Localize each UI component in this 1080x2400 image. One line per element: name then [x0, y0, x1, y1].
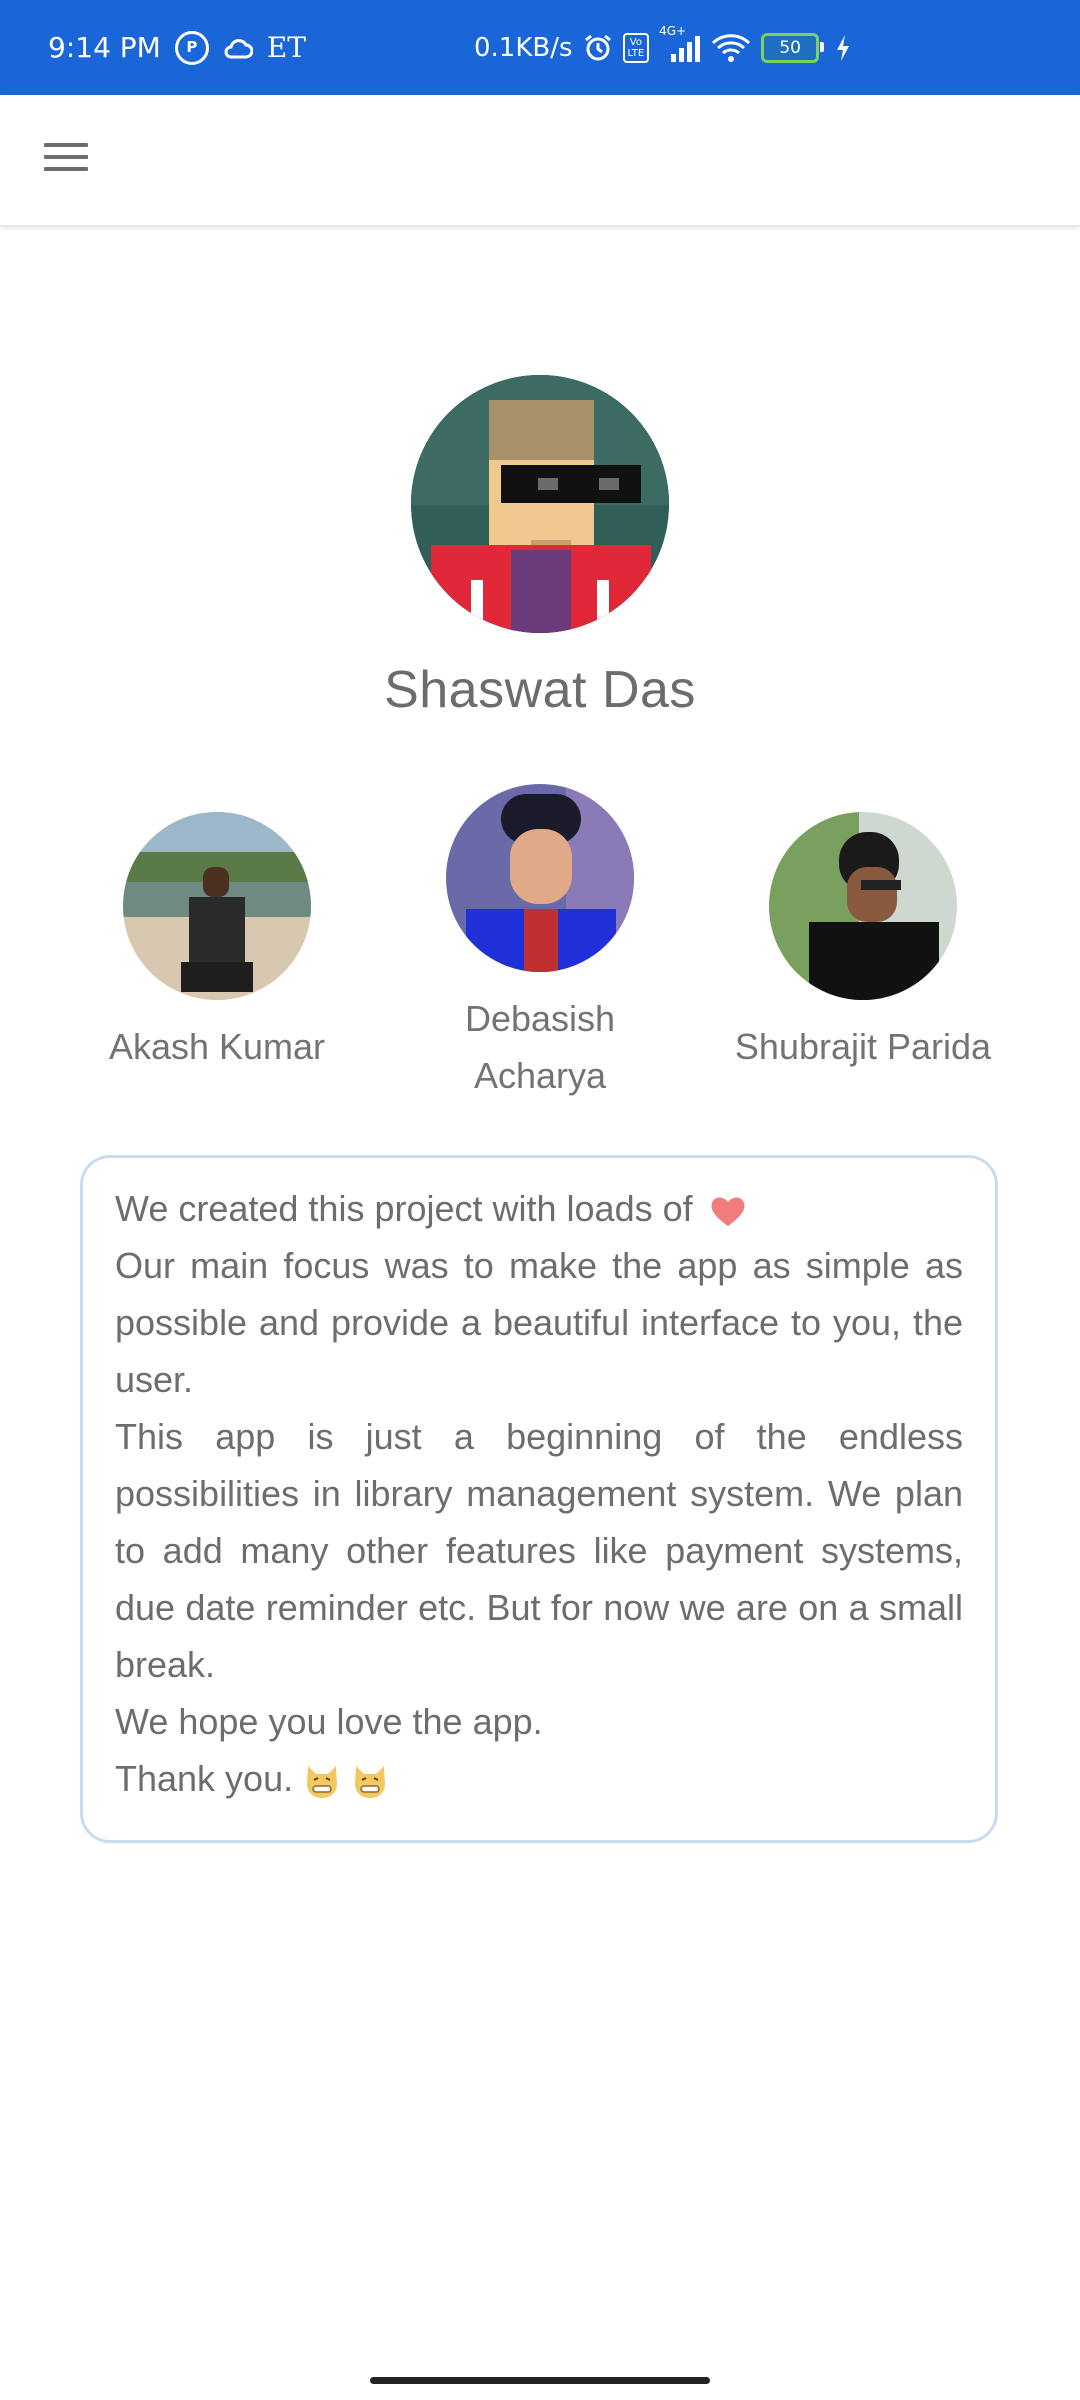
wifi-icon — [711, 33, 751, 63]
about-line: We created this project with loads of — [115, 1188, 693, 1229]
notification-p-icon: P — [174, 30, 209, 65]
grinning-cat-icon — [355, 1766, 386, 1799]
about-card: We created this project with loads of Ou… — [80, 1155, 998, 1843]
app-bar — [0, 95, 1080, 225]
cloud-icon — [223, 37, 253, 59]
member-photo — [123, 812, 311, 1000]
about-text: We created this project with loads of — [115, 1180, 963, 1237]
about-text-last: Thank you. — [115, 1750, 963, 1807]
member-photo — [769, 812, 957, 1000]
signal-icon: 4G+ — [659, 24, 701, 62]
team-member: Akash Kumar — [67, 812, 367, 1075]
about-line: We hope you love the app. — [115, 1701, 543, 1742]
home-indicator[interactable] — [370, 2377, 710, 2384]
charging-icon — [835, 34, 851, 61]
battery-icon: 50 — [761, 32, 825, 63]
member-name: Debasish Acharya — [464, 998, 616, 1096]
status-bar: 9:14 PM P ET 0.1KB/s Vo LTE 4G+ 50 — [0, 0, 1080, 95]
alarm-icon — [583, 33, 613, 63]
avatar — [411, 375, 669, 633]
heart-icon — [711, 1198, 745, 1227]
profile-name: Shaswat Das — [384, 661, 696, 719]
battery-level: 50 — [779, 37, 801, 58]
team-member: Shubrajit Parida — [713, 812, 1013, 1075]
member-photo — [446, 784, 634, 972]
network-speed: 0.1KB/s — [474, 32, 573, 63]
member-name: Shubrajit Parida — [734, 1026, 992, 1067]
about-line: This app is just a beginning of the endl… — [115, 1416, 963, 1685]
hamburger-menu-icon[interactable] — [34, 125, 98, 189]
about-line: Our main focus was to make the app as si… — [115, 1245, 963, 1400]
volte-icon: Vo LTE — [622, 32, 650, 63]
team-member: Debasish Acharya — [390, 784, 690, 1104]
status-carrier: ET — [266, 31, 306, 64]
status-time: 9:14 PM — [48, 31, 161, 64]
network-type: 4G+ — [659, 23, 687, 38]
member-name: Akash Kumar — [108, 1026, 326, 1067]
grinning-cat-icon — [307, 1766, 338, 1799]
about-line: Thank you. — [115, 1758, 294, 1799]
